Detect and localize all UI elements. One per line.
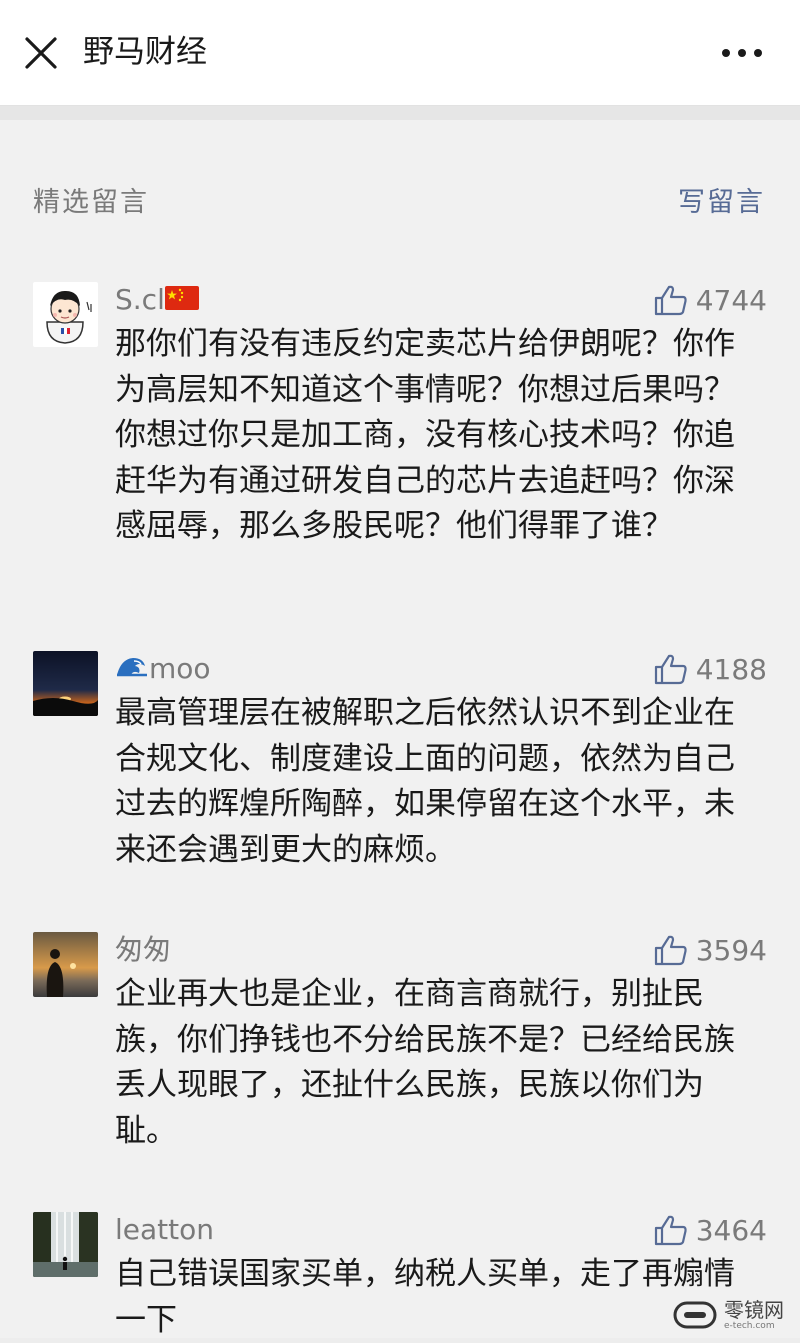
close-button[interactable] [22,34,60,72]
wave-icon [115,648,149,692]
thumbs-up-icon [654,1215,687,1246]
section-title: 精选留言 [33,187,149,218]
like-count: 3594 [695,933,767,967]
watermark-text: 零镜网 e-tech.com [724,1297,784,1331]
like-button[interactable]: 3594 [654,928,767,972]
write-comment-button[interactable]: 写留言 [678,180,765,219]
sunset-avatar-icon [33,651,98,716]
comment-nickname: S.cl [115,278,199,323]
like-button[interactable]: 4188 [654,647,767,691]
comment-text: 企业再大也是企业，在商言商就行，别扯民族，你们挣钱也不分给民族不是？已经给民族丢… [115,976,735,1149]
close-icon [25,37,57,69]
comment-nickname: 匆匆 [115,933,172,966]
more-icon [722,49,762,57]
page-title: 野马财经 [83,34,207,70]
thumbs-up-icon [654,285,687,316]
avatar[interactable] [33,1212,98,1277]
comment-text: 最高管理层在被解职之后依然认识不到企业在合规文化、制度建设上面的问题，依然为自己… [115,695,735,868]
comment-text: 自己错误国家买单，纳税人买单，走了再煽情一下 [115,1256,735,1338]
silhouette-sunset-avatar-icon [33,932,98,997]
comments-section: 精选留言 写留言 S.cl 4744 那你们有没有违反约定卖芯片给伊朗呢？你作为… [0,120,800,1338]
more-button[interactable] [718,34,766,72]
like-button[interactable]: 3464 [654,1208,767,1252]
divider [0,106,800,120]
thumbs-up-icon [654,935,687,966]
like-count: 3464 [695,1213,767,1247]
avatar[interactable] [33,651,98,716]
watermark: 零镜网 e-tech.com [672,1296,784,1334]
comment-nickname: leatton [115,1213,214,1246]
like-count: 4188 [695,652,767,686]
thumbs-up-icon [654,654,687,685]
waterfall-avatar-icon [33,1212,98,1277]
comment-nickname: moo [115,647,211,692]
comment-text: 那你们有没有违反约定卖芯片给伊朗呢？你作为高层知不知道这个事情呢？你想过后果吗？… [115,326,735,544]
cartoon-boy-avatar-icon [33,282,98,347]
china-flag-icon [164,279,199,323]
watermark-logo-icon [673,1301,717,1329]
top-bar: 野马财经 [0,0,800,106]
like-count: 4744 [695,283,767,317]
avatar[interactable] [33,282,98,347]
like-button[interactable]: 4744 [654,278,767,322]
avatar[interactable] [33,932,98,997]
